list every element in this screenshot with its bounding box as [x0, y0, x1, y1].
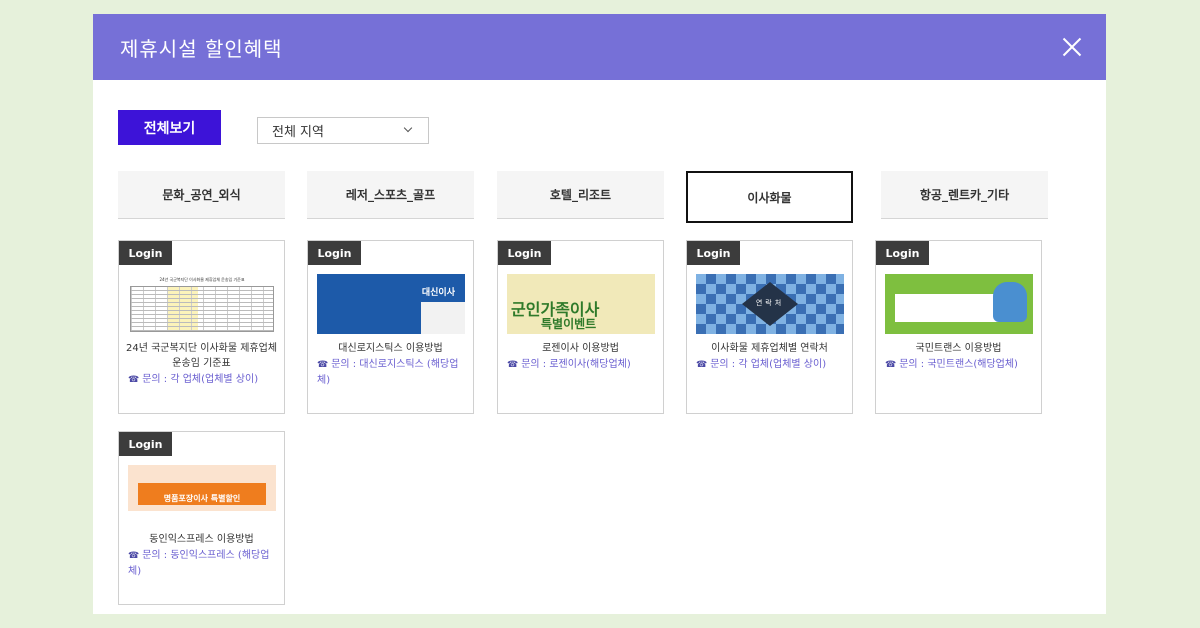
tab-airline[interactable]: 항공_렌트카_기타: [881, 171, 1048, 219]
thumbnail-image: 24년 국군복지단 이사화물 제휴업체 운송임 기준표: [128, 274, 276, 334]
card-title: 국민트랜스 이용방법: [915, 343, 1002, 354]
card-contact: ☎ 문의 : 동인익스프레스 (해당업체): [128, 550, 270, 577]
thumbnail-text: 24년 국군복지단 이사화물 제휴업체 운송임 기준표: [159, 277, 245, 282]
thumbnail-subtext: 특별이벤트: [541, 317, 597, 331]
chevron-down-icon: [403, 123, 413, 133]
modal-header: 제휴시설 할인혜택: [93, 14, 1106, 80]
login-badge: Login: [308, 241, 361, 265]
card-contact: ☎ 문의 : 국민트랜스(해당업체): [885, 359, 1018, 370]
login-badge: Login: [876, 241, 929, 265]
phone-icon: ☎: [885, 360, 897, 370]
card-contact: ☎ 문의 : 각 업체(업체별 상이): [696, 359, 827, 370]
close-icon[interactable]: [1058, 33, 1086, 61]
tab-leisure[interactable]: 레저_스포츠_골프: [307, 171, 474, 219]
modal-title: 제휴시설 할인혜택: [120, 36, 283, 61]
thumbnail-text: 명품포장이사 특별할인: [163, 494, 241, 503]
category-tabs: 문화_공연_외식 레저_스포츠_골프 호텔_리조트 이사화물 항공_렌트카_기타: [118, 171, 1058, 223]
card-title: 동인익스프레스 이용방법: [149, 534, 254, 545]
card-contact-list[interactable]: Login 연락처 이사화물 제휴업체별 연락처 ☎ 문의 : 각 업체(업체별 …: [686, 240, 853, 414]
tab-culture[interactable]: 문화_공연_외식: [118, 171, 285, 219]
thumbnail-image: [885, 274, 1033, 334]
login-badge: Login: [687, 241, 740, 265]
card-title: 24년 국군복지단 이사화물 제휴업체 운송임 기준표: [125, 343, 278, 369]
card-kookmin[interactable]: Login 국민트랜스 이용방법 ☎ 문의 : 국민트랜스(해당업체): [875, 240, 1042, 414]
tab-hotel[interactable]: 호텔_리조트: [497, 171, 664, 219]
view-all-button[interactable]: 전체보기: [118, 110, 221, 145]
thumbnail-image: 군인가족이사 특별이벤트: [507, 274, 655, 334]
card-title: 로젠이사 이용방법: [542, 343, 619, 354]
phone-icon: ☎: [128, 551, 140, 561]
phone-icon: ☎: [128, 375, 140, 385]
card-contact: ☎ 문의 : 로젠이사(해당업체): [507, 359, 631, 370]
discount-modal: 제휴시설 할인혜택 전체보기 전체 지역 문화_공연_외식 레저_스포츠_골프 …: [93, 14, 1106, 614]
thumbnail-image: 대신이사: [317, 274, 465, 334]
card-title: 대신로지스틱스 이용방법: [338, 343, 443, 354]
login-badge: Login: [119, 432, 172, 456]
thumbnail-image: 연락처: [696, 274, 844, 334]
card-contact: ☎ 문의 : 각 업체(업체별 상이): [128, 374, 259, 385]
phone-icon: ☎: [507, 360, 519, 370]
region-select[interactable]: 전체 지역: [257, 117, 429, 144]
phone-icon: ☎: [696, 360, 708, 370]
card-logen[interactable]: Login 군인가족이사 특별이벤트 로젠이사 이용방법 ☎ 문의 : 로젠이사(…: [497, 240, 664, 414]
thumbnail-text: 대신이사: [421, 288, 455, 298]
thumbnail-text: 연락처: [755, 299, 785, 307]
card-daeshin[interactable]: Login 대신이사 대신로지스틱스 이용방법 ☎ 문의 : 대신로지스틱스 (해…: [307, 240, 474, 414]
login-badge: Login: [498, 241, 551, 265]
card-contact: ☎ 문의 : 대신로지스틱스 (해당업체): [317, 359, 459, 386]
login-badge: Login: [119, 241, 172, 265]
region-select-value: 전체 지역: [272, 125, 324, 140]
tab-moving[interactable]: 이사화물: [686, 171, 853, 223]
card-dongin[interactable]: Login 명품포장이사 특별할인 동인익스프레스 이용방법 ☎ 문의 : 동인익…: [118, 431, 285, 605]
thumbnail-image: 명품포장이사 특별할인: [128, 465, 276, 525]
card-title: 이사화물 제휴업체별 연락처: [711, 343, 828, 354]
card-military-rate[interactable]: Login 24년 국군복지단 이사화물 제휴업체 운송임 기준표 24년 국군…: [118, 240, 285, 414]
phone-icon: ☎: [317, 360, 329, 370]
